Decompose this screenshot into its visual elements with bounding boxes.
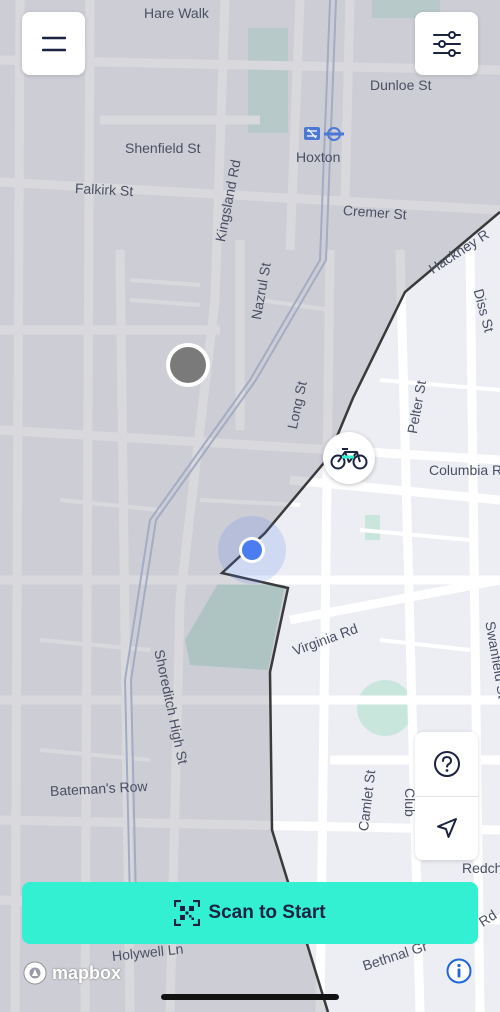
bike-marker[interactable]	[323, 432, 375, 484]
mapbox-logo[interactable]: mapbox	[22, 960, 121, 986]
home-indicator[interactable]	[161, 994, 339, 1000]
place-label: Hoxton	[296, 149, 341, 165]
sliders-icon	[432, 30, 461, 57]
mapbox-mark-icon	[23, 961, 47, 985]
scan-to-start-button[interactable]: Scan to Start	[22, 882, 478, 944]
street-label: Redch	[462, 860, 500, 876]
help-button[interactable]	[415, 733, 478, 797]
street-label: Columbia R	[429, 462, 500, 478]
street-label: Hare Walk	[144, 5, 209, 21]
map-controls	[415, 732, 478, 860]
qr-scan-icon	[174, 900, 201, 926]
scan-to-start-label: Scan to Start	[208, 902, 326, 923]
mapbox-wordmark: mapbox	[52, 962, 122, 983]
info-icon	[446, 958, 472, 984]
hamburger-icon	[41, 36, 66, 51]
user-location-dot	[242, 540, 262, 560]
navigation-arrow-icon	[436, 818, 457, 838]
park-area	[357, 680, 413, 736]
street-label: Shenfield St	[125, 140, 201, 156]
menu-button[interactable]	[22, 12, 85, 75]
map[interactable]	[0, 0, 500, 1012]
bicycle-icon	[330, 448, 368, 470]
street-label: Falkirk St	[74, 180, 134, 200]
filter-button[interactable]	[415, 12, 478, 75]
street-label: Dunloe St	[370, 77, 432, 93]
question-icon	[433, 751, 460, 777]
park-area	[365, 515, 380, 540]
attribution-info-button[interactable]	[446, 958, 472, 984]
station-marker-fill	[170, 347, 206, 383]
locate-button[interactable]	[415, 797, 478, 860]
